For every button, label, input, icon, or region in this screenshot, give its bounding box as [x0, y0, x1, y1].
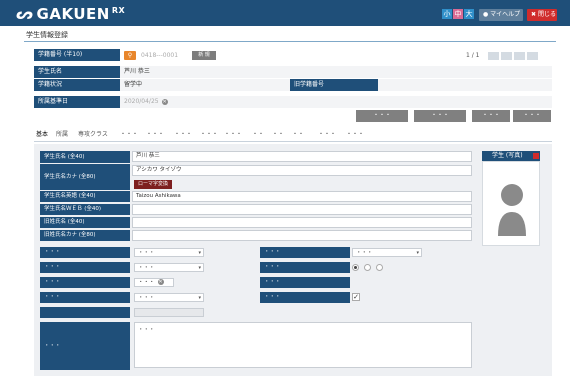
- radio-option-3[interactable]: [376, 264, 383, 271]
- tab-12[interactable]: ・・・: [318, 130, 336, 140]
- font-size-large-button[interactable]: 大: [464, 9, 474, 19]
- my-help-button[interactable]: ● マイヘルプ: [479, 9, 523, 21]
- web-name-label: 学生氏名ＷＥＢ (全40): [40, 204, 130, 215]
- page-count: 1 / 1: [466, 52, 480, 59]
- photo-delete-button[interactable]: [533, 153, 539, 159]
- action-button-2[interactable]: ・・・: [414, 110, 466, 122]
- search-button[interactable]: ⚲: [124, 51, 136, 60]
- chevron-down-icon: ▾: [198, 265, 201, 271]
- page-title: 学生情報登録: [26, 31, 68, 39]
- check-icon: ✓: [353, 293, 359, 301]
- tab-major-class[interactable]: 専攻クラス: [78, 130, 108, 140]
- select-4[interactable]: ・・・ ▾: [134, 293, 204, 302]
- tab-6[interactable]: ・・・: [174, 130, 192, 140]
- status-label: 学籍状況: [34, 79, 120, 91]
- tab-13[interactable]: ・・・: [346, 130, 364, 140]
- tab-11[interactable]: ・・: [292, 130, 304, 140]
- base-date-label: 所属基準日: [34, 96, 120, 108]
- new-button[interactable]: 新 規: [192, 51, 216, 60]
- student-no-label: 学籍番号 (半10): [34, 49, 120, 61]
- tab-10[interactable]: ・・: [272, 130, 284, 140]
- prev-page-button[interactable]: [501, 52, 512, 60]
- english-name-input[interactable]: Taizou Ashikawa: [132, 191, 472, 202]
- notes-textarea[interactable]: ・・・: [134, 322, 472, 368]
- old-student-no-label: 旧学籍番号: [290, 79, 378, 91]
- checkbox[interactable]: ✓: [352, 293, 360, 301]
- chevron-down-icon: ▾: [416, 250, 419, 256]
- app-logo: ᔕ GAKUEN RX: [16, 5, 126, 23]
- field-label-2: ・・・: [260, 247, 350, 258]
- action-button-3[interactable]: ・・・: [472, 110, 510, 122]
- tabs-divider: [34, 141, 552, 142]
- close-icon: ✖: [531, 11, 538, 18]
- old-name-label: 旧姓氏名 (全40): [40, 217, 130, 228]
- next-page-button[interactable]: [514, 52, 525, 60]
- first-page-button[interactable]: [488, 52, 499, 60]
- search-icon: ⚲: [127, 52, 133, 59]
- old-kana-label: 旧姓氏名カナ (全80): [40, 230, 130, 241]
- name-input[interactable]: 芦川 恭三: [132, 151, 472, 162]
- name-label: 学生氏名 (全40): [40, 151, 130, 163]
- clear-icon[interactable]: ✕: [157, 279, 164, 285]
- student-photo[interactable]: [482, 161, 540, 246]
- font-size-small-button[interactable]: 小: [442, 9, 452, 19]
- base-date-input[interactable]: 2020/04/25 ✕: [124, 97, 168, 106]
- field-label-9: [40, 307, 130, 318]
- tab-9[interactable]: ・・: [252, 130, 264, 140]
- field-label-6: ・・・: [260, 277, 350, 288]
- action-button-4[interactable]: ・・・: [513, 110, 551, 122]
- english-name-label: 学生氏名英語 (全40): [40, 191, 130, 202]
- date-input[interactable]: ・・・ ✕: [134, 278, 174, 287]
- select-3[interactable]: ・・・ ▾: [134, 263, 204, 272]
- field-label-3: ・・・: [40, 262, 130, 273]
- old-kana-input[interactable]: [132, 230, 472, 241]
- font-size-medium-button[interactable]: 中: [453, 9, 463, 19]
- tab-basic[interactable]: 基本: [36, 130, 48, 140]
- field-label-8: ・・・: [260, 292, 350, 303]
- student-name-value: 芦川 恭三: [120, 66, 552, 78]
- field-label-5: ・・・: [40, 277, 130, 288]
- field-label-4: ・・・: [260, 262, 350, 273]
- radio-option-1[interactable]: [352, 264, 359, 271]
- clear-icon[interactable]: ✕: [161, 98, 168, 105]
- base-date-row: [120, 96, 552, 108]
- student-name-label: 学生氏名: [34, 66, 120, 78]
- title-divider: [24, 41, 556, 42]
- readonly-input: [134, 308, 204, 317]
- tab-7[interactable]: ・・・: [200, 130, 218, 140]
- romaji-convert-button[interactable]: ローマ字変換: [134, 180, 172, 189]
- avatar-icon: [498, 184, 526, 236]
- student-no-input[interactable]: 0418---0001: [141, 50, 178, 61]
- field-label-10: ・・・: [40, 322, 130, 370]
- tab-affiliation[interactable]: 所属: [56, 130, 68, 140]
- close-button[interactable]: ✖ 閉じる: [527, 9, 557, 21]
- tab-5[interactable]: ・・・: [146, 130, 164, 140]
- select-2[interactable]: ・・・ ▾: [352, 248, 422, 257]
- app-header: ᔕ GAKUEN RX 小 中 大 ● マイヘルプ ✖ 閉じる: [0, 0, 570, 26]
- tab-4[interactable]: ・・・: [120, 130, 138, 140]
- old-student-no-value: [378, 79, 552, 91]
- radio-option-2[interactable]: [364, 264, 371, 271]
- last-page-button[interactable]: [527, 52, 538, 60]
- select-1[interactable]: ・・・ ▾: [134, 248, 204, 257]
- web-name-input[interactable]: [132, 204, 472, 215]
- field-label-1: ・・・: [40, 247, 130, 258]
- status-value: 留学中: [120, 79, 290, 91]
- old-name-input[interactable]: [132, 217, 472, 228]
- photo-label: 学生 (写真): [482, 151, 540, 161]
- field-label-7: ・・・: [40, 292, 130, 303]
- chevron-down-icon: ▾: [198, 295, 201, 301]
- tab-8[interactable]: ・・・: [224, 130, 242, 140]
- kana-input[interactable]: アシカワ タイゾウ: [132, 165, 472, 176]
- chevron-down-icon: ▾: [198, 250, 201, 256]
- kana-label: 学生氏名カナ (全80): [40, 164, 130, 190]
- action-button-1[interactable]: ・・・: [356, 110, 408, 122]
